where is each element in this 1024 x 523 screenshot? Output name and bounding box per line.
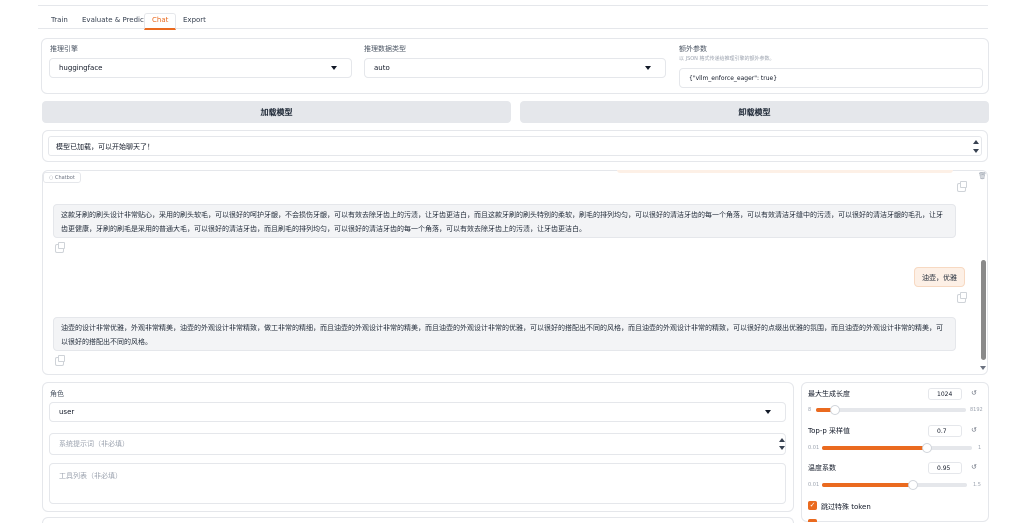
- tools-input[interactable]: 工具列表（非必填）: [49, 463, 786, 504]
- scroll-down-icon[interactable]: [973, 149, 979, 153]
- extra-args-input[interactable]: {"vllm_enforce_eager": true}: [679, 68, 983, 88]
- status-box: [48, 136, 982, 156]
- bot-message: 油壶的设计非常优雅，外观非常精美，油壶的外观设计非常精致，做工非常的精细，而且油…: [53, 317, 956, 351]
- tab-train[interactable]: Train: [51, 14, 68, 28]
- reset-icon[interactable]: ↺: [971, 463, 977, 471]
- copy-icon[interactable]: [55, 355, 65, 366]
- top-p-label: Top-p 采样值: [808, 427, 851, 435]
- max-new-tokens-input[interactable]: 1024: [928, 388, 962, 400]
- dtype-value: auto: [374, 64, 390, 72]
- slider-thumb[interactable]: [921, 443, 932, 453]
- chevron-down-icon: [645, 66, 651, 70]
- chevron-down-icon: [331, 66, 337, 70]
- params-panel: [801, 382, 989, 522]
- scroll-down-icon[interactable]: [980, 366, 986, 370]
- role-select[interactable]: user: [49, 402, 786, 422]
- max-new-tokens-slider[interactable]: [816, 405, 966, 415]
- extra-args-value: {"vllm_enforce_eager": true}: [689, 74, 778, 82]
- extra-args-hint: 以 JSON 格式传递给推理引擎的额外参数。: [679, 56, 775, 62]
- max-new-tokens-max: 8192: [970, 407, 983, 413]
- chat-scrollbar-thumb[interactable]: [981, 260, 986, 360]
- dtype-select[interactable]: auto: [364, 58, 666, 78]
- tab-export[interactable]: Export: [183, 14, 206, 28]
- role-label: 角色: [50, 390, 64, 398]
- skip-special-tokens-label: 跳过特殊 token: [821, 503, 871, 511]
- unload-model-button[interactable]: 卸载模型: [520, 101, 989, 123]
- temperature-max: 1.5: [973, 482, 981, 488]
- next-panel-edge: [42, 517, 794, 523]
- tab-bar: [38, 0, 988, 29]
- top-p-slider[interactable]: [822, 443, 972, 453]
- role-value: user: [59, 408, 75, 416]
- max-new-tokens-min: 8: [808, 407, 812, 413]
- tab-chat[interactable]: Chat: [152, 14, 168, 28]
- dtype-label: 推理数据类型: [364, 45, 406, 53]
- scroll-up-icon[interactable]: [973, 140, 979, 144]
- scroll-down-icon[interactable]: [779, 446, 785, 450]
- backend-value: huggingface: [59, 64, 103, 72]
- copy-icon[interactable]: [957, 181, 967, 192]
- backend-label: 推理引擎: [50, 45, 78, 53]
- reset-icon[interactable]: ↺: [971, 389, 977, 397]
- backend-select[interactable]: huggingface: [49, 58, 352, 78]
- bot-message: 这款牙刷的刷头设计非常贴心，采用的刷头软毛，可以很好的呵护牙龈，不会损伤牙龈，可…: [53, 204, 956, 238]
- temperature-slider[interactable]: [822, 480, 967, 490]
- load-model-button[interactable]: 加载模型: [42, 101, 511, 123]
- top-p-max: 1: [978, 445, 982, 451]
- slider-fill: [822, 446, 927, 450]
- temperature-min: 0.01: [808, 482, 820, 488]
- slider-thumb[interactable]: [829, 405, 840, 415]
- reset-icon[interactable]: ↺: [971, 426, 977, 434]
- temperature-label: 温度系数: [808, 464, 836, 472]
- copy-icon[interactable]: [55, 242, 65, 253]
- trash-icon[interactable]: 🗑: [978, 172, 987, 180]
- top-p-min: 0.01: [808, 445, 820, 451]
- tools-placeholder: 工具列表（非必填）: [59, 472, 122, 480]
- extra-args-label: 额外参数: [679, 45, 707, 53]
- system-prompt-placeholder: 系统提示词（非必填）: [59, 440, 129, 448]
- chatbot-label-badge: ◌ Chatbot: [43, 172, 81, 183]
- copy-icon[interactable]: [957, 292, 967, 303]
- temperature-input[interactable]: 0.95: [928, 462, 962, 474]
- tab-evaluate[interactable]: Evaluate & Predict: [82, 14, 147, 28]
- skip-special-tokens-checkbox[interactable]: ✓: [808, 501, 817, 510]
- slider-fill: [822, 483, 914, 487]
- prev-message-edge: [617, 170, 953, 173]
- chevron-down-icon[interactable]: [765, 410, 771, 414]
- system-prompt-input[interactable]: 系统提示词（非必填）: [49, 433, 786, 455]
- status-text: 模型已加载，可以开始聊天了！: [56, 143, 154, 151]
- max-new-tokens-label: 最大生成长度: [808, 390, 850, 398]
- user-message: 油壶，优雅: [914, 267, 965, 287]
- scroll-up-icon[interactable]: [779, 438, 785, 442]
- top-p-input[interactable]: 0.7: [928, 425, 962, 437]
- chatbot-label: Chatbot: [54, 175, 75, 181]
